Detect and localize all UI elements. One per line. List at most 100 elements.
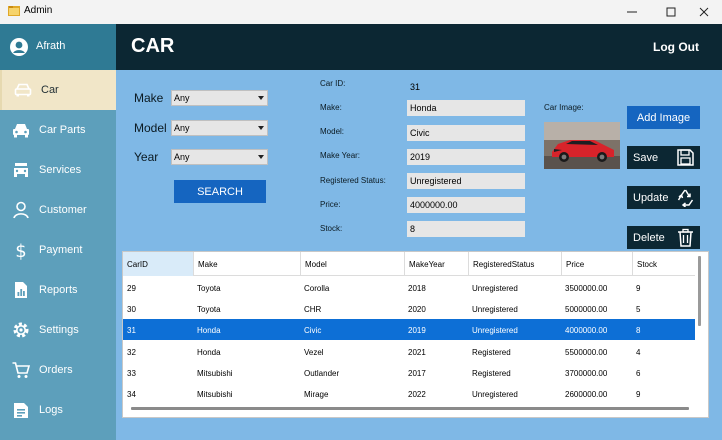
column-header-model[interactable]: Model: [301, 252, 405, 276]
model-filter-select[interactable]: Any: [171, 120, 268, 136]
gear-icon: [13, 322, 29, 338]
logout-button[interactable]: Log Out: [653, 40, 699, 54]
sidebar: Afrath Car Car Parts Services Customer $…: [0, 24, 116, 440]
car-image: [544, 122, 620, 169]
registered-status-label: Registered Status:: [320, 176, 386, 185]
save-icon: [677, 149, 694, 166]
sidebar-item-car[interactable]: Car: [0, 70, 116, 110]
column-header-carid[interactable]: CarID: [123, 252, 194, 276]
user-name: Afrath: [36, 40, 66, 52]
make-year-label: Make Year:: [320, 151, 361, 160]
sidebar-item-settings[interactable]: Settings: [0, 310, 116, 350]
cart-icon: [12, 362, 31, 378]
vertical-scrollbar[interactable]: [698, 256, 701, 326]
close-button[interactable]: [686, 0, 722, 24]
cell-price: 3500000.00: [565, 284, 608, 293]
cell-model: CHR: [304, 305, 322, 314]
search-button[interactable]: SEARCH: [174, 180, 266, 203]
customer-icon: [13, 201, 29, 219]
sidebar-item-label: Car Parts: [39, 124, 86, 136]
sidebar-item-label: Payment: [39, 244, 83, 256]
table-row-selected[interactable]: 31 Honda Civic 2019 Unregistered 4000000…: [123, 319, 695, 340]
cell-make: Toyota: [197, 284, 221, 293]
car-icon: [14, 83, 32, 97]
stock-label: Stock:: [320, 224, 343, 233]
cell-makeyear: 2017: [408, 369, 426, 378]
price-field[interactable]: 4000000.00: [407, 197, 525, 213]
save-button[interactable]: Save: [627, 146, 700, 169]
close-icon: [699, 7, 709, 17]
column-header-stock[interactable]: Stock: [633, 252, 695, 276]
cell-status: Unregistered: [472, 284, 518, 293]
sidebar-item-services[interactable]: Services: [0, 150, 116, 190]
sidebar-item-label: Customer: [39, 204, 87, 216]
delete-label: Delete: [633, 231, 665, 244]
cell-price: 2600000.00: [565, 390, 608, 399]
sidebar-item-label: Car: [41, 84, 59, 96]
car-parts-icon: [13, 124, 29, 138]
sidebar-item-logs[interactable]: Logs: [0, 390, 116, 430]
car-id-value: 31: [410, 82, 421, 92]
maximize-button[interactable]: [653, 0, 689, 24]
cell-price: 5000000.00: [565, 305, 608, 314]
table-row[interactable]: 33 Mitsubishi Outlander 2017 Registered …: [123, 362, 695, 383]
sidebar-item-car-parts[interactable]: Car Parts: [0, 110, 116, 150]
year-filter-value: Any: [174, 152, 190, 162]
table-row[interactable]: 32 Honda Vezel 2021 Registered 5500000.0…: [123, 341, 695, 362]
cell-makeyear: 2021: [408, 348, 426, 357]
make-year-field[interactable]: 2019: [407, 149, 525, 165]
save-label: Save: [633, 151, 659, 164]
add-image-button[interactable]: Add Image: [627, 106, 700, 129]
sidebar-item-customer[interactable]: Customer: [0, 190, 116, 230]
make-filter-label: Make: [134, 91, 164, 105]
column-header-price[interactable]: Price: [562, 252, 633, 276]
update-button[interactable]: Update: [627, 186, 700, 209]
cell-stock: 8: [636, 326, 641, 335]
cell-makeyear: 2020: [408, 305, 426, 314]
stock-field[interactable]: 8: [407, 221, 525, 237]
add-image-label: Add Image: [636, 111, 691, 124]
cell-make: Toyota: [197, 305, 221, 314]
reports-icon: [15, 282, 27, 298]
make-field[interactable]: Honda: [407, 100, 525, 116]
cell-carid: 29: [127, 284, 136, 293]
make-filter-select[interactable]: Any: [171, 90, 268, 106]
minimize-button[interactable]: [614, 0, 650, 24]
minimize-icon: [627, 11, 637, 13]
sidebar-item-label: Settings: [39, 324, 79, 336]
cell-carid: 30: [127, 305, 136, 314]
sidebar-item-payment[interactable]: $ Payment: [0, 230, 116, 270]
horizontal-scrollbar[interactable]: [131, 407, 689, 410]
table-row[interactable]: 29 Toyota Corolla 2018 Unregistered 3500…: [123, 277, 695, 298]
cell-status: Registered: [472, 369, 511, 378]
cell-price: 5500000.00: [565, 348, 608, 357]
registered-status-field[interactable]: Unregistered: [407, 173, 525, 189]
year-filter-select[interactable]: Any: [171, 149, 268, 165]
sidebar-item-label: Services: [39, 164, 82, 176]
column-header-make[interactable]: Make: [194, 252, 301, 276]
svg-text:$: $: [15, 241, 26, 260]
chevron-down-icon: [258, 126, 264, 130]
admin-window: Admin Afrath Car Car Parts Services Cust…: [0, 0, 722, 440]
app-icon: [8, 6, 20, 16]
table-row[interactable]: 30 Toyota CHR 2020 Unregistered 5000000.…: [123, 298, 695, 319]
make-filter-value: Any: [174, 93, 190, 103]
table-header: CarID Make Model MakeYear RegisteredStat…: [123, 252, 695, 276]
cars-table[interactable]: CarID Make Model MakeYear RegisteredStat…: [122, 251, 709, 418]
cell-stock: 6: [636, 369, 641, 378]
cell-price: 3700000.00: [565, 369, 608, 378]
cell-carid: 33: [127, 369, 136, 378]
page-header: CAR Log Out: [116, 24, 722, 70]
model-label: Model:: [320, 127, 345, 136]
model-field[interactable]: Civic: [407, 125, 525, 141]
cell-makeyear: 2018: [408, 284, 426, 293]
cell-carid: 32: [127, 348, 136, 357]
sidebar-item-orders[interactable]: Orders: [0, 350, 116, 390]
delete-button[interactable]: Delete: [627, 226, 700, 249]
maximize-icon: [666, 7, 676, 17]
price-label: Price:: [320, 200, 341, 209]
column-header-makeyear[interactable]: MakeYear: [405, 252, 469, 276]
table-row[interactable]: 34 Mitsubishi Mirage 2022 Unregistered 2…: [123, 383, 695, 404]
column-header-registered-status[interactable]: RegisteredStatus: [469, 252, 562, 276]
sidebar-item-reports[interactable]: Reports: [0, 270, 116, 310]
